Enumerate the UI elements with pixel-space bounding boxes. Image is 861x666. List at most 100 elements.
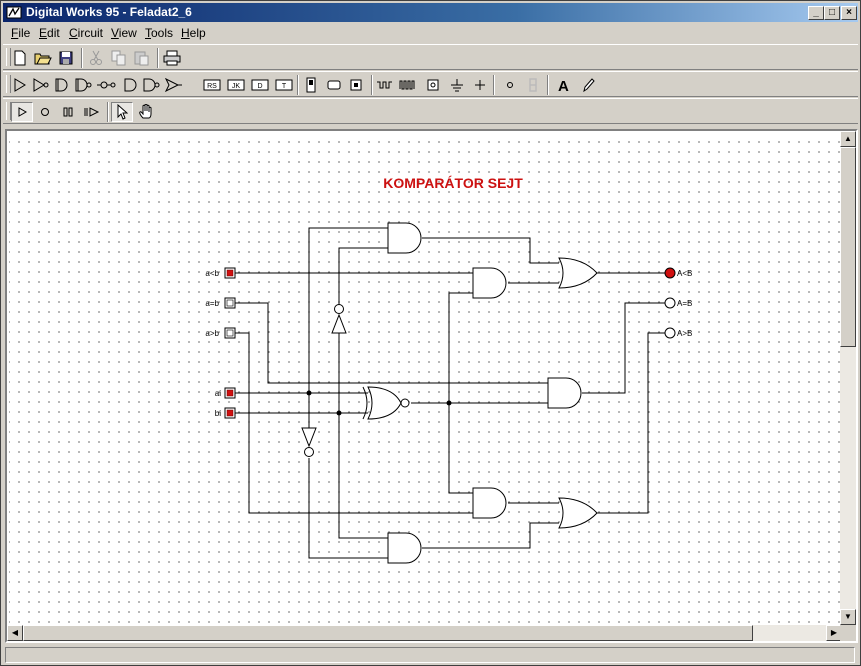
input-label: a=b — [205, 299, 219, 308]
cut-icon[interactable] — [85, 48, 107, 68]
menu-circuit[interactable]: Circuit — [69, 26, 103, 40]
and-gate-greater[interactable] — [472, 487, 507, 519]
output-greater[interactable]: A>B — [664, 327, 692, 339]
stop-icon[interactable] — [34, 102, 56, 122]
menu-tools[interactable]: Tools — [145, 26, 173, 40]
hand-icon[interactable] — [135, 102, 157, 122]
plus-icon[interactable] — [469, 75, 491, 95]
pulse-icon[interactable] — [422, 75, 444, 95]
svg-text:D: D — [257, 83, 262, 90]
and-gate-bottom[interactable] — [387, 532, 422, 564]
save-icon[interactable] — [55, 48, 77, 68]
output-label: A<B — [677, 269, 692, 278]
buffer-gate-icon[interactable] — [9, 75, 31, 95]
horizontal-scroll-thumb[interactable] — [23, 625, 753, 641]
and-gate-top[interactable] — [387, 222, 422, 254]
inverter-ai-bubble — [304, 447, 314, 457]
and-gate-equal[interactable] — [547, 377, 582, 409]
input-label: a<b — [205, 269, 219, 278]
svg-text:JK: JK — [232, 83, 241, 90]
circuit-canvas-frame: KOMPARÁTOR SEJT a<b a=b a>b ai bi A<B A=… — [5, 129, 858, 643]
paste-icon[interactable] — [131, 48, 153, 68]
circuit-diagram: KOMPARÁTOR SEJT a<b a=b a>b ai bi A<B A=… — [205, 175, 692, 564]
input-equal[interactable]: a=b — [205, 297, 236, 309]
menu-edit[interactable]: Edit — [39, 26, 60, 40]
input-label: bi — [215, 409, 221, 418]
status-pane — [5, 647, 855, 663]
input-greater[interactable]: a>b — [205, 327, 236, 339]
output-label: A=B — [677, 299, 692, 308]
xnor-gate[interactable] — [367, 386, 402, 420]
new-file-icon[interactable] — [9, 48, 31, 68]
jk-flipflop-icon[interactable]: JK — [225, 75, 247, 95]
node-icon[interactable] — [499, 75, 521, 95]
open-folder-icon[interactable] — [32, 48, 54, 68]
toolbar-separator — [157, 48, 159, 68]
step-icon[interactable] — [81, 102, 103, 122]
nor-gate-icon[interactable] — [119, 75, 141, 95]
input-label: ai — [215, 389, 221, 398]
d-flipflop-icon[interactable]: D — [249, 75, 271, 95]
inverter-bi-bubble — [334, 304, 344, 314]
input-state-indicator — [226, 389, 234, 397]
clock-icon[interactable] — [397, 75, 419, 95]
menu-file[interactable]: File — [11, 26, 30, 40]
window-title: Digital Works 95 - Feladat2_6 — [26, 5, 192, 19]
toolbar-separator — [297, 75, 299, 95]
t-flipflop-icon[interactable]: T — [273, 75, 295, 95]
text-icon[interactable]: A — [553, 75, 575, 95]
rs-flipflop-icon[interactable]: RS — [201, 75, 223, 95]
menu-help[interactable]: Help — [181, 26, 206, 40]
circuit-canvas[interactable]: KOMPARÁTOR SEJT a<b a=b a>b ai bi A<B A=… — [9, 133, 844, 627]
title-bar[interactable]: Digital Works 95 - Feladat2_6 _ □ × — [3, 3, 858, 22]
counter-icon[interactable] — [374, 75, 396, 95]
nand-gate-icon[interactable] — [72, 75, 94, 95]
digit-display-icon[interactable] — [522, 75, 544, 95]
copy-icon[interactable] — [108, 48, 130, 68]
pencil-icon[interactable] — [577, 75, 599, 95]
input-switch-icon[interactable] — [345, 75, 367, 95]
minimize-button[interactable]: _ — [808, 6, 824, 20]
pointer-icon[interactable] — [111, 102, 133, 122]
menu-view[interactable]: View — [111, 26, 137, 40]
maximize-button[interactable]: □ — [824, 6, 840, 20]
scroll-up-button[interactable]: ▲ — [840, 131, 856, 147]
output-equal[interactable]: A=B — [664, 297, 692, 309]
led-icon[interactable] — [323, 75, 345, 95]
input-state-indicator — [226, 299, 234, 307]
sequence-icon[interactable] — [300, 75, 322, 95]
not-gate-icon[interactable] — [30, 75, 52, 95]
xor-gate-icon[interactable] — [140, 75, 162, 95]
scroll-left-button[interactable]: ◀ — [7, 625, 23, 641]
input-less[interactable]: a<b — [205, 267, 236, 279]
run-toolbar — [3, 98, 858, 124]
junction-dot — [336, 410, 342, 416]
or-gate-less[interactable] — [558, 257, 598, 289]
or-gate-icon[interactable] — [95, 75, 117, 95]
input-bi[interactable]: bi — [215, 407, 236, 419]
input-ai[interactable]: ai — [215, 387, 236, 399]
print-icon[interactable] — [161, 48, 183, 68]
toolbar-separator — [107, 102, 109, 122]
file-toolbar — [3, 44, 858, 70]
toolbar-separator — [81, 48, 83, 68]
and-gate-icon[interactable] — [51, 75, 73, 95]
svg-text:A: A — [558, 78, 569, 92]
scroll-down-button[interactable]: ▼ — [840, 609, 856, 625]
inverter-ai[interactable] — [301, 427, 317, 448]
play-icon[interactable] — [11, 102, 33, 122]
output-less[interactable]: A<B — [664, 267, 692, 279]
svg-text:T: T — [282, 83, 287, 90]
horizontal-scrollbar[interactable]: ◀ ▶ — [7, 625, 842, 641]
vertical-scroll-thumb[interactable] — [840, 147, 856, 347]
close-button[interactable]: × — [841, 6, 857, 20]
xnor-gate-icon[interactable] — [163, 75, 185, 95]
inverter-bi[interactable] — [331, 313, 347, 334]
scrollbar-corner — [840, 625, 856, 641]
pause-icon[interactable] — [57, 102, 79, 122]
or-gate-greater[interactable] — [558, 497, 598, 529]
input-state-indicator — [226, 329, 234, 337]
and-gate-less[interactable] — [472, 267, 507, 299]
ground-icon[interactable] — [446, 75, 468, 95]
vertical-scrollbar[interactable]: ▲ ▼ — [840, 131, 856, 625]
